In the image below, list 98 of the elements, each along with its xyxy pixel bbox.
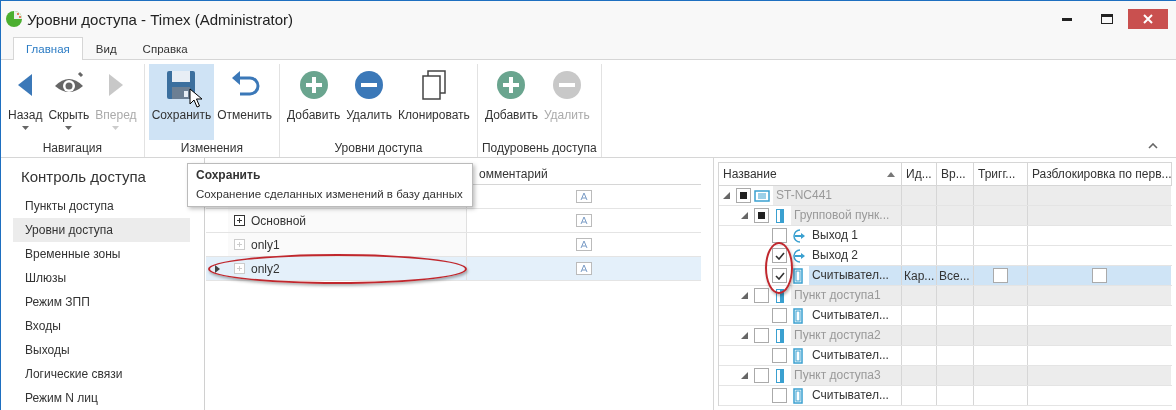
ribbon-tab[interactable]: Вид (82, 37, 130, 59)
device-name: Пункт доступа2 (791, 326, 901, 345)
back-arrow-icon (17, 73, 34, 97)
text-note-icon[interactable] (576, 190, 592, 203)
sidebar-item[interactable]: Режим N лиц (13, 386, 190, 410)
app-logo-icon (5, 10, 23, 28)
checkbox[interactable] (772, 268, 787, 283)
column-header[interactable]: Вр... (937, 163, 974, 185)
table-cell-text: Все... (938, 268, 971, 283)
collapse-ribbon-icon[interactable] (1148, 143, 1158, 149)
column-title: Ид... (906, 167, 932, 181)
expanded-triangle-icon[interactable] (741, 212, 751, 219)
column-title: Тригг... (978, 167, 1016, 181)
card-reader-icon (790, 347, 806, 364)
checkbox[interactable] (772, 348, 787, 363)
card-reader-icon (790, 267, 806, 284)
grid-row[interactable]: only1 (206, 233, 701, 257)
sidebar-item[interactable]: Временные зоны (13, 242, 190, 266)
checkbox[interactable] (772, 388, 787, 403)
save-button[interactable]: Сохранить (148, 64, 215, 140)
expanded-triangle-icon[interactable] (741, 332, 751, 339)
grid-row[interactable]: only2 (206, 257, 701, 281)
tooltip-title: Сохранить (196, 168, 262, 182)
sidebar-item[interactable]: Входы (13, 314, 190, 338)
grid-row[interactable]: Основной (206, 209, 701, 233)
sidebar-title: Контроль доступа (21, 167, 146, 185)
level-name: only1 (251, 237, 280, 252)
ribbon-group-label: Изменения (179, 140, 244, 155)
table-cell-text: Кар... (903, 268, 936, 283)
checkbox[interactable] (772, 228, 787, 243)
column-header[interactable]: Название (719, 163, 902, 185)
undo-button[interactable]: Отменить (214, 64, 276, 140)
window-title: Уровни доступа - Timex (Administrator) (27, 10, 294, 28)
expand-plus-icon[interactable] (234, 215, 245, 226)
column-header[interactable]: Ид... (902, 163, 937, 185)
tree-row[interactable]: Считывател... Кар... Все... (719, 266, 1172, 286)
close-icon (1143, 14, 1153, 24)
card-reader-icon (790, 387, 806, 404)
ribbon-tab[interactable]: Главная (13, 37, 83, 60)
clone-button[interactable]: Клонировать (395, 64, 473, 140)
column-title: Название (723, 167, 777, 181)
text-note-icon[interactable] (576, 238, 592, 251)
checkbox[interactable] (736, 188, 751, 203)
close-button[interactable] (1128, 9, 1168, 29)
checkbox[interactable] (1092, 268, 1107, 283)
exit-icon (790, 247, 806, 264)
hide-button[interactable]: Скрыть (45, 64, 93, 140)
device-name: Выход 1 (811, 227, 859, 244)
sidebar-item[interactable]: Пункты доступа (13, 194, 190, 218)
checkbox[interactable] (754, 288, 769, 303)
sidebar-item[interactable]: Шлюзы (13, 266, 190, 290)
mouse-cursor-icon (188, 88, 203, 108)
sidebar-item[interactable]: Выходы (13, 338, 190, 362)
ribbon-tab[interactable]: Справка (129, 37, 201, 59)
column-title: Вр... (941, 167, 966, 181)
ribbon-group-label: Уровни доступа (333, 140, 424, 155)
sidebar-item[interactable]: Логические связи (13, 362, 190, 386)
device-name: Групповой пунк... (791, 206, 901, 225)
back-button[interactable]: Назад (5, 64, 46, 140)
device-name: Считывател... (811, 307, 890, 324)
add-button[interactable]: Добавить (481, 64, 541, 140)
device-name: Считывател... (811, 387, 890, 404)
device-name: Выход 2 (811, 247, 859, 264)
expanded-triangle-icon[interactable] (741, 372, 751, 379)
device-name: Считывател... (811, 347, 890, 364)
ribbon-group-label: Навигация (41, 140, 103, 155)
checkbox[interactable] (754, 208, 769, 223)
expanded-triangle-icon[interactable] (723, 192, 733, 199)
forward-arrow-icon (108, 73, 124, 97)
checkbox[interactable] (754, 328, 769, 343)
device-name: Пункт доступа3 (791, 366, 901, 385)
device-name: ST-NC441 (773, 186, 901, 205)
checkbox[interactable] (772, 308, 787, 323)
checkbox[interactable] (754, 368, 769, 383)
minimize-icon (1062, 17, 1072, 21)
column-header[interactable]: Тригг... (974, 163, 1028, 185)
level-name: only2 (251, 261, 280, 276)
sidebar-item[interactable]: Режим ЗПП (13, 290, 190, 314)
tooltip-text: Сохранение сделанных изменений в базу данных (196, 188, 464, 200)
expanded-triangle-icon[interactable] (741, 292, 751, 299)
delete-button[interactable]: Удалить (343, 64, 395, 140)
checkbox[interactable] (993, 268, 1008, 283)
text-note-icon[interactable] (576, 262, 592, 275)
tree-row[interactable]: Выход 1 (719, 226, 1172, 246)
card-reader-icon (790, 307, 806, 324)
maximize-icon (1101, 14, 1113, 24)
checkbox[interactable] (772, 248, 787, 263)
row-indicator-icon (214, 264, 220, 273)
sidebar-item[interactable]: Уровни доступа (13, 218, 190, 242)
device-name: Считывател... (809, 266, 901, 285)
controller-icon (754, 187, 770, 204)
text-note-icon[interactable] (576, 214, 592, 227)
level-name: Основной (251, 213, 306, 228)
device-name: Пункт доступа1 (791, 286, 901, 305)
add-button[interactable]: Добавить (284, 64, 344, 140)
ribbon-group-label: Подуровень доступа (481, 140, 597, 155)
tree-row[interactable]: Считывател... (719, 386, 1172, 406)
exit-icon (790, 227, 806, 244)
